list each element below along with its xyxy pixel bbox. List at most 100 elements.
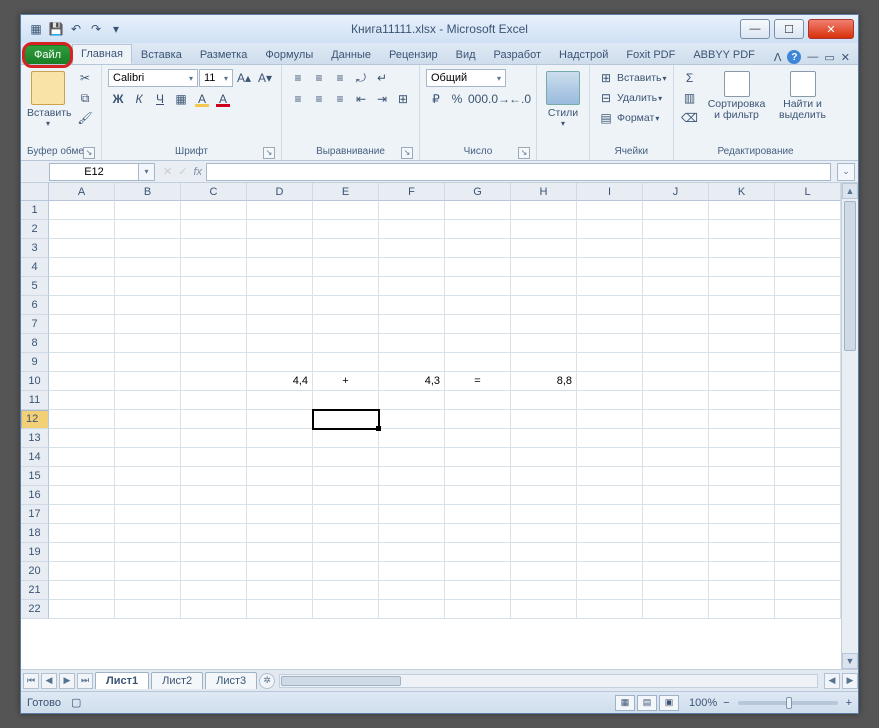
cell[interactable]	[577, 353, 643, 372]
cell[interactable]	[115, 201, 181, 220]
dialog-launcher-icon[interactable]: ↘	[518, 147, 530, 159]
cell[interactable]	[115, 600, 181, 619]
increase-font-icon[interactable]: A▴	[234, 69, 254, 87]
cell[interactable]	[511, 600, 577, 619]
column-header-I[interactable]: I	[577, 183, 643, 201]
cell[interactable]	[511, 505, 577, 524]
cell[interactable]	[643, 277, 709, 296]
cell[interactable]	[709, 334, 775, 353]
cell[interactable]	[445, 562, 511, 581]
cell[interactable]	[643, 581, 709, 600]
row-header[interactable]: 16	[21, 486, 49, 505]
cell[interactable]: =	[445, 372, 511, 391]
cell[interactable]	[115, 353, 181, 372]
cell[interactable]	[181, 391, 247, 410]
border-icon[interactable]: ▦	[171, 90, 191, 108]
cell[interactable]	[379, 391, 445, 410]
cell[interactable]	[313, 505, 379, 524]
cell[interactable]	[49, 277, 115, 296]
cell[interactable]	[115, 258, 181, 277]
tab-file[interactable]: Файл	[25, 45, 70, 64]
tab-data[interactable]: Данные	[322, 45, 380, 64]
format-painter-icon[interactable]: 🖌	[75, 109, 95, 127]
cell[interactable]: +	[313, 372, 379, 391]
insert-cells-button[interactable]: ⊞Вставить▾	[596, 69, 667, 87]
cell[interactable]	[775, 467, 841, 486]
merge-cells-icon[interactable]: ⊞	[393, 90, 413, 108]
macro-record-icon[interactable]: ▢	[71, 696, 81, 709]
cell[interactable]	[775, 448, 841, 467]
cell[interactable]	[445, 391, 511, 410]
doc-restore-icon[interactable]: ▭	[824, 51, 834, 64]
cell[interactable]	[511, 334, 577, 353]
next-sheet-icon[interactable]: ▶	[59, 673, 75, 689]
cell[interactable]	[379, 505, 445, 524]
cell[interactable]	[643, 600, 709, 619]
cell[interactable]	[775, 524, 841, 543]
cell[interactable]	[775, 372, 841, 391]
comma-icon[interactable]: 000	[468, 90, 488, 108]
cell[interactable]	[643, 239, 709, 258]
clear-icon[interactable]: ⌫	[680, 109, 700, 127]
styles-button[interactable]: Стили ▾	[543, 69, 583, 128]
underline-button[interactable]: Ч	[150, 90, 170, 108]
cell[interactable]	[379, 410, 445, 429]
cell[interactable]	[643, 524, 709, 543]
hscroll-left-icon[interactable]: ◀	[824, 673, 840, 689]
cell[interactable]	[313, 201, 379, 220]
cell[interactable]	[709, 581, 775, 600]
zoom-in-icon[interactable]: +	[846, 697, 852, 709]
cell[interactable]	[511, 581, 577, 600]
cell[interactable]	[313, 467, 379, 486]
cell[interactable]	[379, 448, 445, 467]
cell[interactable]	[247, 524, 313, 543]
cell[interactable]	[313, 600, 379, 619]
cell[interactable]	[379, 429, 445, 448]
cell[interactable]	[709, 353, 775, 372]
cell[interactable]	[643, 296, 709, 315]
cell[interactable]	[247, 600, 313, 619]
row-header[interactable]: 13	[21, 429, 49, 448]
name-box[interactable]: E12	[49, 163, 139, 181]
prev-sheet-icon[interactable]: ◀	[41, 673, 57, 689]
close-button[interactable]: ✕	[808, 19, 854, 39]
row-header[interactable]: 14	[21, 448, 49, 467]
cell[interactable]	[313, 486, 379, 505]
align-bottom-icon[interactable]: ≡	[330, 69, 350, 87]
cell[interactable]	[247, 296, 313, 315]
cell[interactable]	[709, 543, 775, 562]
cell[interactable]	[445, 505, 511, 524]
redo-icon[interactable]: ↷	[87, 20, 105, 38]
row-header[interactable]: 21	[21, 581, 49, 600]
cell[interactable]	[181, 315, 247, 334]
row-header[interactable]: 15	[21, 467, 49, 486]
select-all-corner[interactable]	[21, 183, 49, 201]
cell[interactable]	[313, 429, 379, 448]
cell[interactable]	[445, 486, 511, 505]
cell[interactable]	[247, 505, 313, 524]
cell[interactable]	[181, 277, 247, 296]
cell[interactable]	[445, 448, 511, 467]
new-sheet-icon[interactable]: ✲	[259, 673, 275, 689]
minimize-button[interactable]: —	[740, 19, 770, 39]
cell[interactable]	[49, 334, 115, 353]
cell[interactable]	[49, 543, 115, 562]
increase-decimal-icon[interactable]: .0→	[489, 90, 509, 108]
cell[interactable]	[775, 220, 841, 239]
cell[interactable]	[709, 277, 775, 296]
cell[interactable]	[49, 296, 115, 315]
cell[interactable]	[709, 486, 775, 505]
cell[interactable]	[49, 201, 115, 220]
cell[interactable]	[445, 581, 511, 600]
cell[interactable]	[313, 448, 379, 467]
delete-cells-button[interactable]: ⊟Удалить▾	[596, 89, 662, 107]
cell[interactable]	[379, 353, 445, 372]
zoom-level[interactable]: 100%	[689, 697, 717, 709]
cell[interactable]	[181, 410, 247, 429]
cell[interactable]	[115, 372, 181, 391]
tab-abbyy[interactable]: ABBYY PDF	[684, 45, 764, 64]
qat-more-icon[interactable]: ▾	[107, 20, 125, 38]
cell[interactable]	[49, 391, 115, 410]
cell[interactable]	[577, 391, 643, 410]
cell[interactable]	[775, 600, 841, 619]
